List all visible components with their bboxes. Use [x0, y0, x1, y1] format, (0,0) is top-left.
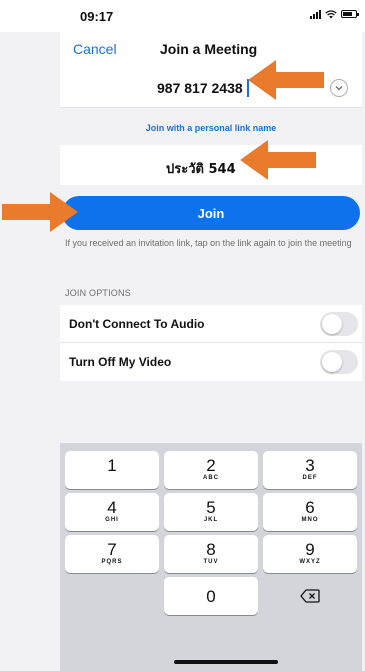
option-turn-off-video: Turn Off My Video — [60, 343, 362, 381]
status-time: 09:17 — [80, 9, 114, 24]
key-3[interactable]: 3 DEF — [263, 451, 357, 489]
wifi-icon — [325, 9, 337, 19]
arrow-right-icon — [2, 192, 78, 232]
key-7[interactable]: 7 PQRS — [65, 535, 159, 573]
cancel-button[interactable]: Cancel — [73, 41, 117, 57]
option-dont-connect-audio: Don't Connect To Audio — [60, 305, 362, 343]
key-6[interactable]: 6 MNO — [263, 493, 357, 531]
option-video-label: Turn Off My Video — [69, 355, 172, 369]
arrow-right-icon — [240, 140, 316, 180]
key-5[interactable]: 5 JKL — [164, 493, 258, 531]
key-2[interactable]: 2 ABC — [164, 451, 258, 489]
key-1[interactable]: 1 — [65, 451, 159, 489]
invitation-hint: If you received an invitation link, tap … — [65, 238, 352, 248]
key-0[interactable]: 0 — [164, 577, 258, 615]
key-8[interactable]: 8 TUV — [164, 535, 258, 573]
numeric-keypad: 1 2 ABC 3 DEF 4 GHI 5 JKL 6 MNO 7 PQRS 8 TUV 9W… — [60, 443, 362, 671]
meeting-id-value: 987 817 2438 — [157, 80, 243, 96]
page-title: Join a Meeting — [160, 41, 258, 57]
personal-link-label: Join with a personal link name — [145, 123, 277, 133]
signal-icon — [310, 9, 321, 19]
key-9[interactable]: 9 WXYZ — [263, 535, 357, 573]
option-audio-label: Don't Connect To Audio — [69, 317, 205, 331]
backspace-icon[interactable] — [263, 577, 357, 615]
home-indicator — [174, 660, 278, 664]
status-bar: 09:17 — [0, 0, 365, 32]
video-toggle[interactable] — [320, 350, 358, 374]
join-options-heading: JOIN OPTIONS — [65, 288, 131, 298]
battery-icon — [341, 10, 359, 18]
join-button-label: Join — [197, 205, 225, 221]
key-4[interactable]: 4 GHI — [65, 493, 159, 531]
audio-toggle[interactable] — [320, 312, 358, 336]
personal-link-button[interactable]: Join with a personal link name — [60, 108, 362, 138]
status-icons — [310, 9, 359, 19]
chevron-down-icon[interactable] — [330, 79, 348, 97]
display-name-value: ประวัติ 544 — [166, 162, 236, 177]
arrow-right-icon — [248, 60, 324, 100]
join-button[interactable]: Join — [62, 196, 360, 230]
